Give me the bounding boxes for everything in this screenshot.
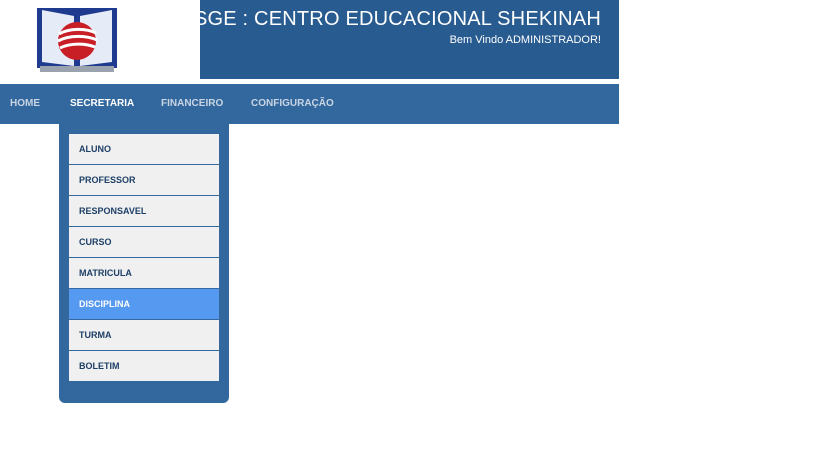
nav-configuracao[interactable]: CONFIGURAÇÃO (251, 84, 334, 124)
top-nav: HOME SECRETARIA FINANCEIRO CONFIGURAÇÃO (0, 84, 619, 124)
page-title: SGE : CENTRO EDUCACIONAL SHEKINAH (193, 8, 601, 30)
nav-home[interactable]: HOME (10, 84, 40, 124)
menu-item-responsavel[interactable]: RESPONSAVEL (69, 196, 219, 227)
menu-item-disciplina[interactable]: DISCIPLINA (69, 289, 219, 320)
menu-item-aluno[interactable]: ALUNO (69, 134, 219, 165)
nav-secretaria[interactable]: SECRETARIA (70, 84, 134, 124)
menu-item-curso[interactable]: CURSO (69, 227, 219, 258)
menu-item-matricula[interactable]: MATRICULA (69, 258, 219, 289)
nav-financeiro[interactable]: FINANCEIRO (161, 84, 223, 124)
logo-area (0, 0, 200, 79)
menu-item-turma[interactable]: TURMA (69, 320, 219, 351)
header-bar: SGE : CENTRO EDUCACIONAL SHEKINAH Bem Vi… (0, 0, 619, 79)
open-book-globe-logo[interactable] (34, 2, 120, 74)
menu-item-professor[interactable]: PROFESSOR (69, 165, 219, 196)
menu-item-boletim[interactable]: BOLETIM (69, 351, 219, 382)
welcome-text: Bem Vindo ADMINISTRADOR! (449, 34, 601, 46)
secretaria-dropdown: ALUNO PROFESSOR RESPONSAVEL CURSO MATRIC… (59, 124, 229, 403)
dropdown-menu-list: ALUNO PROFESSOR RESPONSAVEL CURSO MATRIC… (69, 134, 219, 382)
